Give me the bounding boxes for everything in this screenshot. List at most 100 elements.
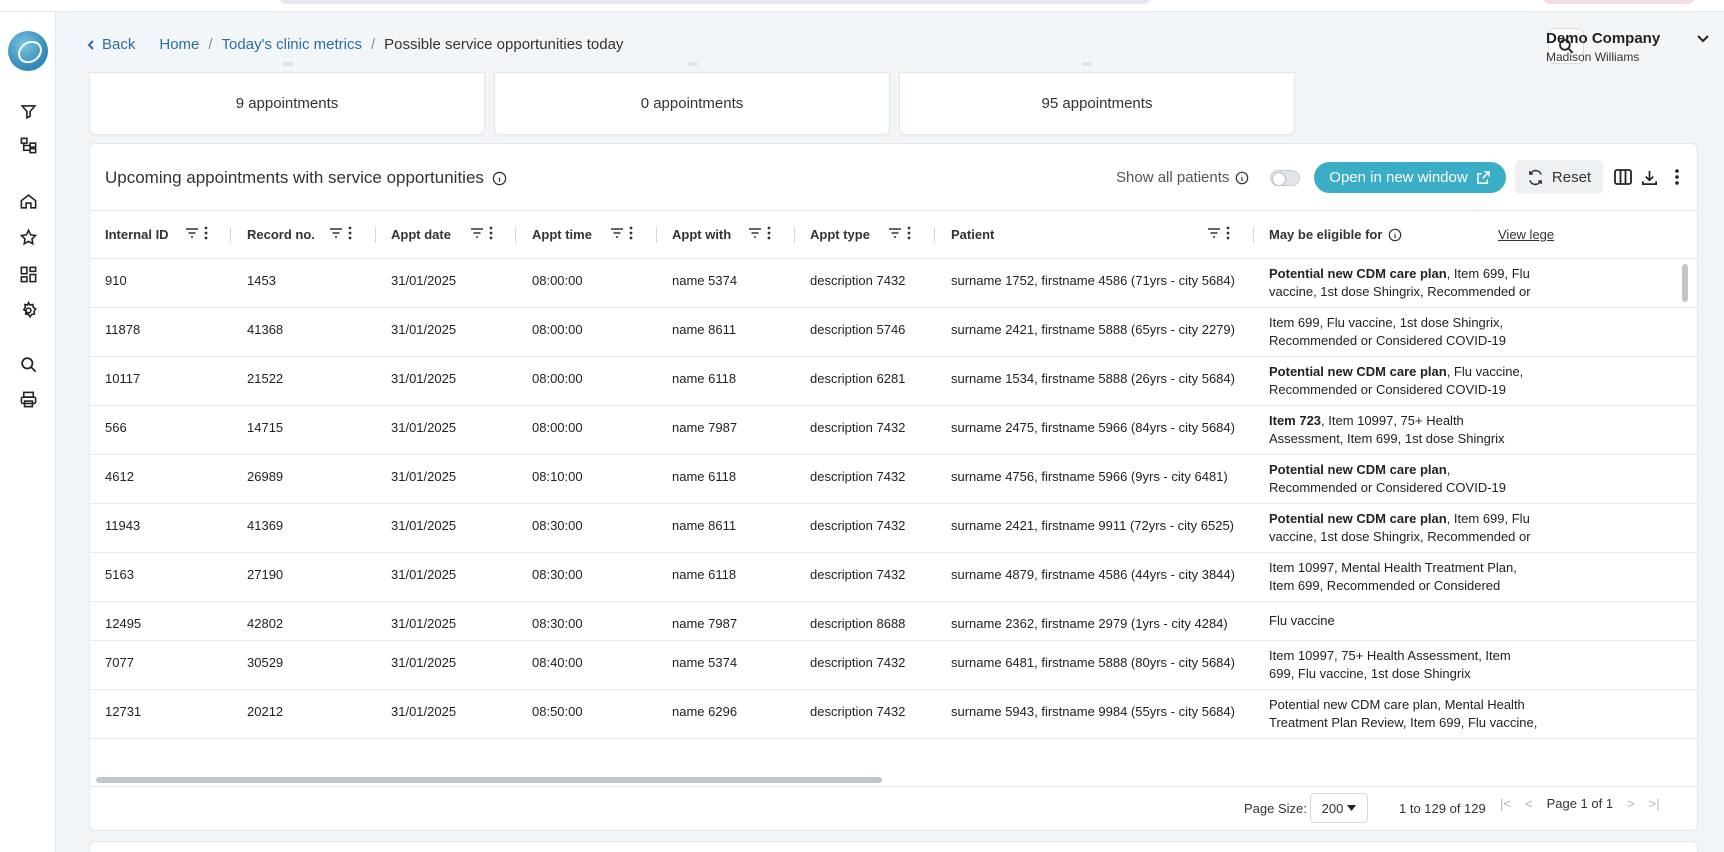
horizontal-scrollbar[interactable] — [96, 777, 882, 783]
column-divider[interactable] — [794, 227, 795, 243]
download-icon[interactable] — [1638, 166, 1660, 188]
column-divider[interactable] — [656, 227, 657, 243]
column-header-label: Appt time — [532, 227, 592, 242]
cell-appt-date: 31/01/2025 — [391, 518, 457, 533]
column-divider[interactable] — [1253, 227, 1254, 243]
filter-lines-icon[interactable] — [1207, 227, 1221, 239]
cell-internal-id: 11943 — [105, 518, 141, 533]
cell-appt-with: name 6118 — [672, 567, 737, 582]
info-icon[interactable] — [1235, 171, 1249, 185]
more-vertical-icon[interactable] — [489, 226, 493, 240]
filter-icon[interactable] — [15, 98, 41, 124]
more-vertical-icon[interactable] — [1226, 226, 1230, 240]
settings-icon[interactable] — [15, 297, 41, 323]
more-vertical-icon[interactable] — [348, 226, 352, 240]
column-divider[interactable] — [230, 227, 231, 243]
table-row[interactable]: 7077 30529 31/01/2025 08:40:00 name 5374… — [90, 641, 1697, 690]
table-row[interactable]: 12731 20212 31/01/2025 08:50:00 name 629… — [90, 690, 1697, 739]
more-vertical-icon[interactable] — [767, 226, 771, 240]
reset-button[interactable]: Reset — [1515, 160, 1603, 194]
first-page-icon[interactable]: |< — [1500, 796, 1511, 811]
column-divider[interactable] — [934, 227, 935, 243]
breadcrumb: Back Home / Today's clinic metrics / Pos… — [86, 36, 623, 53]
top-pill — [1544, 0, 1694, 4]
cell-patient: surname 1752, firstname 4586 (71yrs - ci… — [951, 273, 1235, 288]
summary-card[interactable]: 9 appointments — [89, 72, 485, 135]
next-page-icon[interactable]: > — [1627, 796, 1635, 811]
previous-page-icon[interactable]: < — [1525, 796, 1533, 811]
cell-internal-id: 12495 — [105, 616, 142, 631]
grid-footer: Page Size: 200 1 to 129 of 129 |< < Page… — [90, 786, 1697, 830]
cell-appt-date: 31/01/2025 — [391, 567, 457, 582]
table-row[interactable]: 10117 21522 31/01/2025 08:00:00 name 611… — [90, 357, 1697, 406]
star-icon[interactable] — [15, 224, 41, 250]
table-row[interactable]: 11878 41368 31/01/2025 08:00:00 name 861… — [90, 308, 1697, 357]
chevron-down-icon[interactable] — [1696, 34, 1710, 44]
column-header[interactable]: Appt with — [672, 211, 731, 258]
home-icon[interactable] — [15, 188, 41, 214]
breadcrumb-home[interactable]: Home — [159, 36, 199, 53]
last-page-icon[interactable]: >| — [1649, 796, 1660, 811]
app-logo[interactable] — [8, 31, 48, 71]
eligible-text: Potential new CDM care plan, Mental Heal… — [1269, 697, 1538, 730]
table-row[interactable]: 4612 26989 31/01/2025 08:10:00 name 6118… — [90, 455, 1697, 504]
cell-appt-time: 08:00:00 — [532, 322, 583, 337]
breadcrumb-clinic-metrics[interactable]: Today's clinic metrics — [222, 36, 362, 53]
column-divider[interactable] — [515, 227, 516, 243]
filter-lines-icon[interactable] — [470, 227, 484, 239]
more-vertical-icon[interactable] — [204, 226, 208, 240]
cell-patient: surname 2421, firstname 5888 (65yrs - ci… — [951, 322, 1235, 337]
back-button[interactable]: Back — [86, 36, 135, 53]
printer-icon[interactable] — [15, 386, 41, 412]
open-new-window-button[interactable]: Open in new window — [1314, 162, 1506, 193]
more-vertical-icon[interactable] — [907, 226, 911, 240]
cell-eligible-for: Potential new CDM care plan, Item 699, F… — [1269, 510, 1539, 546]
page-size-select[interactable]: 200 — [1310, 793, 1368, 823]
filter-lines-icon[interactable] — [329, 227, 343, 239]
column-header[interactable]: May be eligible for — [1269, 211, 1402, 258]
filter-lines-icon[interactable] — [888, 227, 902, 239]
more-vertical-icon[interactable] — [629, 226, 633, 240]
view-legend-label: View lege — [1498, 227, 1555, 242]
eligible-text: Item 10997, Mental Health Treatment Plan… — [1269, 560, 1517, 593]
account-menu[interactable]: Demo Company Madison Williams — [1546, 30, 1686, 64]
summary-card[interactable]: 95 appointments — [899, 72, 1295, 135]
table-row[interactable]: 566 14715 31/01/2025 08:00:00 name 7987 … — [90, 406, 1697, 455]
column-header[interactable]: Internal ID — [105, 211, 169, 258]
more-vertical-icon[interactable] — [1666, 166, 1688, 188]
cell-appt-with: name 8611 — [672, 518, 737, 533]
cell-internal-id: 566 — [105, 420, 127, 435]
dashboard-icon[interactable] — [15, 261, 41, 287]
filter-lines-icon[interactable] — [610, 227, 624, 239]
view-legend-link[interactable]: View lege — [1498, 211, 1554, 258]
table-row[interactable]: 12495 42802 31/01/2025 08:30:00 name 798… — [90, 602, 1697, 641]
table-row[interactable]: 910 1453 31/01/2025 08:00:00 name 5374 d… — [90, 259, 1697, 308]
column-header[interactable]: Appt date — [391, 211, 451, 258]
external-link-icon — [1476, 171, 1490, 184]
filter-lines-icon[interactable] — [185, 227, 199, 239]
column-divider[interactable] — [375, 227, 376, 243]
cell-internal-id: 910 — [105, 273, 127, 288]
table-row[interactable]: 11943 41369 31/01/2025 08:30:00 name 861… — [90, 504, 1697, 553]
hierarchy-icon[interactable] — [15, 132, 41, 158]
cell-internal-id: 11878 — [105, 322, 141, 337]
column-header[interactable]: Appt type — [810, 211, 870, 258]
summary-card[interactable]: 0 appointments — [494, 72, 890, 135]
eligible-highlight: Potential new CDM care plan — [1269, 511, 1447, 526]
column-header[interactable]: Patient — [951, 211, 994, 258]
column-header-label: Appt with — [672, 227, 732, 242]
columns-icon[interactable] — [1612, 166, 1634, 188]
search-icon[interactable] — [15, 351, 41, 377]
column-header[interactable]: Appt time — [532, 211, 592, 258]
column-header[interactable]: Record no. — [247, 211, 315, 258]
reset-label: Reset — [1551, 168, 1592, 186]
filter-lines-icon[interactable] — [748, 227, 762, 239]
info-icon[interactable] — [1388, 228, 1402, 242]
show-all-toggle[interactable] — [1270, 170, 1300, 186]
table-row[interactable]: 5163 27190 31/01/2025 08:30:00 name 6118… — [90, 553, 1697, 602]
cell-patient: surname 1534, firstname 5888 (26yrs - ci… — [951, 371, 1235, 386]
cell-appt-time: 08:00:00 — [532, 273, 583, 288]
info-icon[interactable] — [492, 171, 507, 186]
sidebar — [0, 12, 56, 852]
vertical-scrollbar[interactable] — [1682, 264, 1688, 302]
